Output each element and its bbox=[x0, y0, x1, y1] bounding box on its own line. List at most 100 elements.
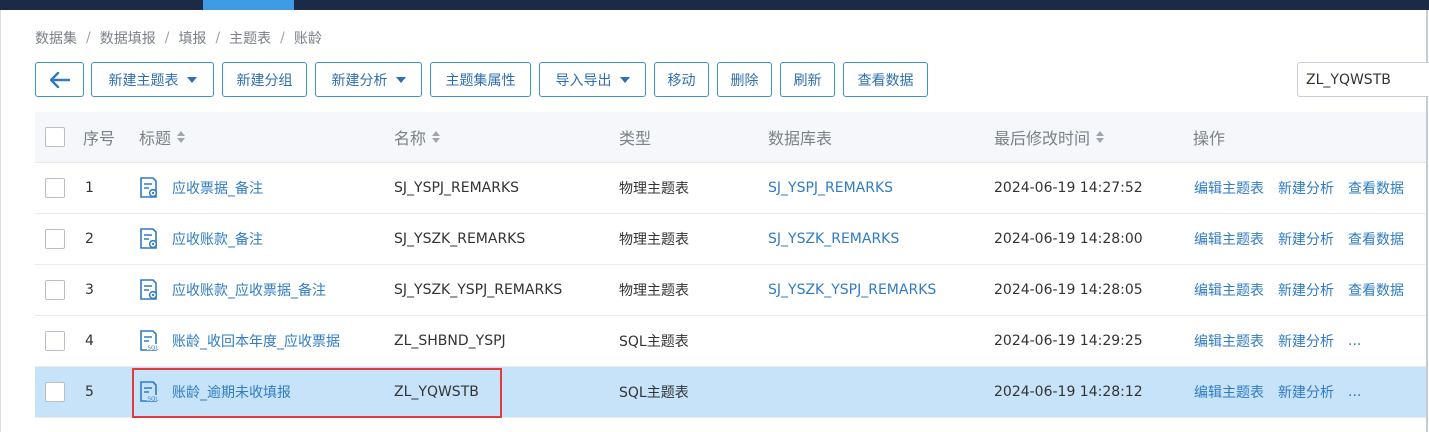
new-analysis-link[interactable]: 新建分析 bbox=[1278, 178, 1334, 198]
row-index: 1 bbox=[85, 180, 94, 196]
breadcrumb-separator: / bbox=[86, 30, 91, 46]
header-name[interactable]: 名称 bbox=[394, 112, 441, 162]
edit-theme-table-link[interactable]: 编辑主题表 bbox=[1194, 229, 1264, 249]
header-name-label: 名称 bbox=[394, 129, 427, 148]
row-name: ZL_SHBND_YSPJ bbox=[394, 333, 506, 349]
more-actions-link[interactable]: ... bbox=[1348, 384, 1361, 400]
table-row[interactable]: 3 应收账款_应收票据_备注 SJ_YSZK_YSPJ_REMARKS 物理主题… bbox=[35, 265, 1426, 316]
sql-table-icon: SQL bbox=[140, 381, 160, 403]
row-checkbox[interactable] bbox=[45, 229, 65, 249]
search-input[interactable] bbox=[1297, 62, 1429, 97]
breadcrumb-item[interactable]: 填报 bbox=[178, 28, 206, 48]
view-data-button[interactable]: 查看数据 bbox=[843, 62, 928, 97]
header-db-table: 数据库表 bbox=[768, 129, 833, 148]
button-label: 导入导出 bbox=[555, 72, 612, 89]
new-analysis-button[interactable]: 新建分析 bbox=[315, 62, 422, 97]
button-label: 刷新 bbox=[793, 72, 822, 89]
breadcrumb-item[interactable]: 主题表 bbox=[229, 28, 271, 48]
row-title-link[interactable]: 应收账款_应收票据_备注 bbox=[139, 265, 326, 315]
row-checkbox[interactable] bbox=[45, 178, 65, 198]
edit-theme-table-link[interactable]: 编辑主题表 bbox=[1194, 382, 1264, 402]
table-row-selected[interactable]: 5 SQL 账龄_逾期未收填报 ZL_YQWSTB SQL主题表 2024-06… bbox=[35, 367, 1426, 418]
select-all-checkbox[interactable] bbox=[45, 127, 65, 147]
arrow-left-icon bbox=[49, 71, 70, 88]
row-checkbox[interactable] bbox=[45, 382, 65, 402]
row-db-table-link[interactable]: SJ_YSZK_YSPJ_REMARKS bbox=[768, 265, 936, 315]
button-label: 新建分组 bbox=[236, 72, 293, 89]
view-data-link[interactable]: 查看数据 bbox=[1348, 178, 1404, 198]
svg-text:SQL: SQL bbox=[148, 346, 160, 352]
row-db-table-link[interactable]: SJ_YSZK_REMARKS bbox=[768, 214, 899, 264]
row-actions: 编辑主题表 新建分析 ... bbox=[1194, 367, 1361, 417]
sort-icon[interactable] bbox=[432, 131, 441, 143]
edit-theme-table-link[interactable]: 编辑主题表 bbox=[1194, 280, 1264, 300]
row-actions: 编辑主题表 新建分析 ... bbox=[1194, 316, 1361, 366]
row-title-link[interactable]: SQL 账龄_收回本年度_应收票据 bbox=[139, 316, 340, 366]
row-title-link[interactable]: SQL 账龄_逾期未收填报 bbox=[139, 367, 291, 417]
button-label: 删除 bbox=[730, 72, 759, 89]
row-modified: 2024-06-19 14:29:25 bbox=[994, 333, 1143, 349]
row-modified: 2024-06-19 14:28:00 bbox=[994, 231, 1143, 247]
row-name: ZL_YQWSTB bbox=[394, 384, 479, 400]
table-row[interactable]: 4 SQL 账龄_收回本年度_应收票据 ZL_SHBND_YSPJ SQL主题表… bbox=[35, 316, 1426, 367]
header-title-label: 标题 bbox=[139, 129, 172, 148]
select-all-cell bbox=[45, 112, 65, 162]
edit-theme-table-link[interactable]: 编辑主题表 bbox=[1194, 178, 1264, 198]
toolbar: 新建主题表 新建分组 新建分析 主题集属性 导入导出 移动 删除 刷新 查看数据 bbox=[35, 62, 936, 97]
physical-table-icon bbox=[140, 177, 158, 198]
sort-icon[interactable] bbox=[1096, 131, 1105, 143]
new-analysis-link[interactable]: 新建分析 bbox=[1278, 280, 1334, 300]
header-modified[interactable]: 最后修改时间 bbox=[994, 112, 1105, 162]
row-db-table-link[interactable]: SJ_YSPJ_REMARKS bbox=[768, 163, 893, 213]
breadcrumb-item[interactable]: 数据填报 bbox=[100, 28, 156, 48]
view-data-link[interactable]: 查看数据 bbox=[1348, 280, 1404, 300]
header-title[interactable]: 标题 bbox=[139, 112, 186, 162]
caret-down-icon bbox=[395, 76, 406, 83]
table-row[interactable]: 1 应收票据_备注 SJ_YSPJ_REMARKS 物理主题表 SJ_YSPJ_… bbox=[35, 163, 1426, 214]
breadcrumb: 数据集 / 数据填报 / 填报 / 主题表 / 账龄 bbox=[35, 29, 322, 47]
back-button[interactable] bbox=[35, 62, 84, 97]
view-data-link[interactable]: 查看数据 bbox=[1348, 229, 1404, 249]
row-actions: 编辑主题表 新建分析 查看数据 bbox=[1194, 163, 1404, 213]
new-analysis-link[interactable]: 新建分析 bbox=[1278, 229, 1334, 249]
header-modified-label: 最后修改时间 bbox=[994, 129, 1091, 148]
row-checkbox[interactable] bbox=[45, 280, 65, 300]
button-label: 移动 bbox=[667, 72, 696, 89]
table-header: 序号 标题 名称 类型 数据库表 最后修改时间 操作 bbox=[35, 112, 1426, 163]
sort-icon[interactable] bbox=[177, 131, 186, 143]
breadcrumb-separator: / bbox=[280, 30, 285, 46]
theme-set-properties-button[interactable]: 主题集属性 bbox=[430, 62, 531, 97]
edit-theme-table-link[interactable]: 编辑主题表 bbox=[1194, 331, 1264, 351]
row-title: 应收账款_备注 bbox=[172, 232, 263, 248]
row-type: 物理主题表 bbox=[619, 181, 689, 197]
table-row[interactable]: 2 应收账款_备注 SJ_YSZK_REMARKS 物理主题表 SJ_YSZK_… bbox=[35, 214, 1426, 265]
header-actions: 操作 bbox=[1193, 129, 1226, 148]
row-title-link[interactable]: 应收票据_备注 bbox=[139, 163, 263, 213]
row-name: SJ_YSZK_REMARKS bbox=[394, 231, 526, 247]
caret-down-icon bbox=[619, 76, 630, 83]
row-name: SJ_YSPJ_REMARKS bbox=[394, 180, 520, 196]
button-label: 新建主题表 bbox=[108, 72, 179, 89]
row-type: 物理主题表 bbox=[619, 283, 689, 299]
more-actions-link[interactable]: ... bbox=[1348, 333, 1361, 349]
move-button[interactable]: 移动 bbox=[654, 62, 709, 97]
new-group-button[interactable]: 新建分组 bbox=[222, 62, 307, 97]
top-nav-active-tab[interactable] bbox=[203, 0, 294, 10]
delete-button[interactable]: 删除 bbox=[717, 62, 772, 97]
theme-table: 序号 标题 名称 类型 数据库表 最后修改时间 操作 1 应收票据_备注 SJ_… bbox=[35, 112, 1426, 418]
refresh-button[interactable]: 刷新 bbox=[780, 62, 835, 97]
sql-table-icon: SQL bbox=[140, 330, 160, 352]
import-export-button[interactable]: 导入导出 bbox=[539, 62, 646, 97]
row-title-link[interactable]: 应收账款_备注 bbox=[139, 214, 263, 264]
new-analysis-link[interactable]: 新建分析 bbox=[1278, 331, 1334, 351]
row-type: 物理主题表 bbox=[619, 232, 689, 248]
top-nav-bar bbox=[0, 0, 1429, 10]
button-label: 查看数据 bbox=[857, 72, 914, 89]
header-type: 类型 bbox=[619, 129, 652, 148]
breadcrumb-item-current: 账龄 bbox=[293, 31, 322, 47]
new-theme-table-button[interactable]: 新建主题表 bbox=[91, 62, 214, 97]
new-analysis-link[interactable]: 新建分析 bbox=[1278, 382, 1334, 402]
svg-text:SQL: SQL bbox=[148, 397, 160, 403]
row-checkbox[interactable] bbox=[45, 331, 65, 351]
breadcrumb-item[interactable]: 数据集 bbox=[35, 28, 77, 48]
